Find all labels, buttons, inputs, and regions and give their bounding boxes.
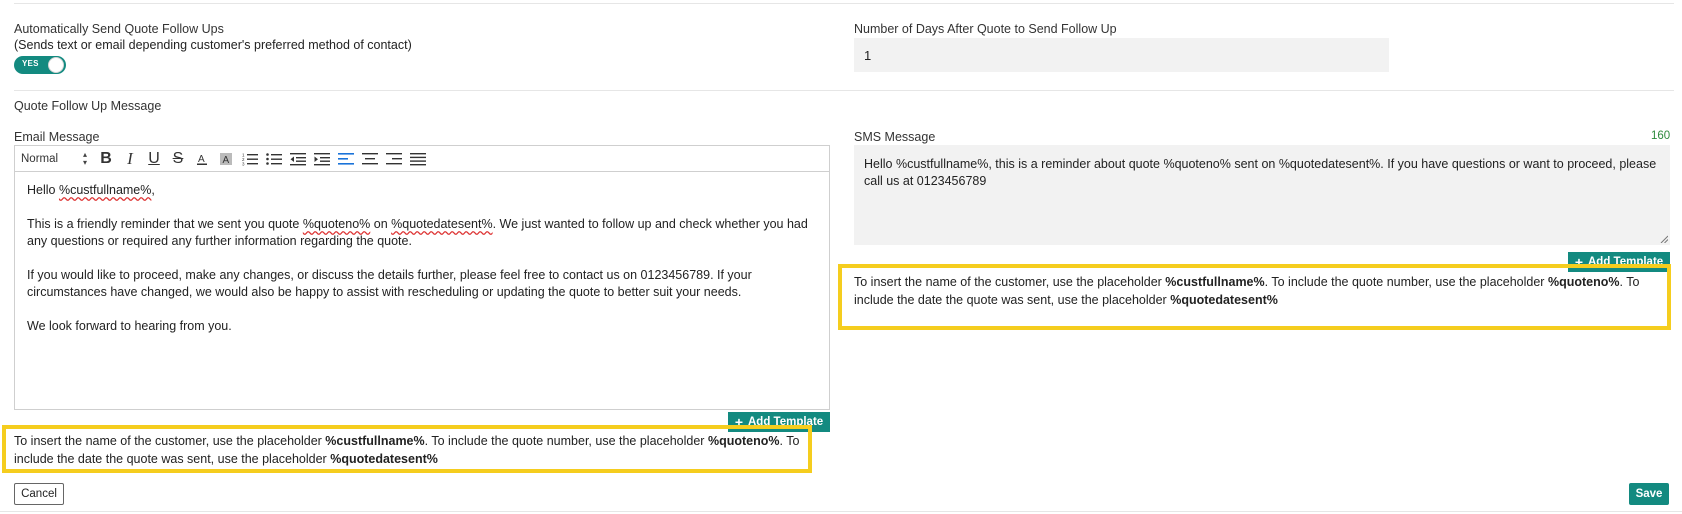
email-paragraph-3: We look forward to hearing from you.: [27, 319, 232, 333]
underline-icon[interactable]: U: [143, 148, 165, 170]
sms-hint-highlight: [838, 264, 1671, 330]
indent-icon[interactable]: [311, 148, 333, 170]
email-body[interactable]: Hello %custfullname%, This is a friendly…: [27, 182, 815, 352]
p1-text-b: on: [370, 217, 392, 231]
greeting-token: %custfullname%: [58, 183, 152, 197]
align-left-icon[interactable]: [335, 148, 357, 170]
toggle-state-text: YES: [22, 59, 39, 68]
greeting-suffix: ,: [151, 183, 155, 197]
auto-follow-up-toggle[interactable]: YES: [14, 56, 66, 74]
bullet-list-icon[interactable]: [263, 148, 285, 170]
font-color-icon[interactable]: A: [191, 148, 213, 170]
bottom-divider: [0, 511, 1682, 512]
email-greeting: Hello %custfullname%,: [27, 182, 815, 199]
p1-token-quoteno: %quoteno%: [302, 217, 371, 231]
greeting-prefix: Hello: [27, 183, 59, 197]
outdent-icon[interactable]: [287, 148, 309, 170]
align-center-icon[interactable]: [359, 148, 381, 170]
email-paragraph-1: This is a friendly reminder that we sent…: [27, 216, 815, 250]
align-right-icon[interactable]: [383, 148, 405, 170]
cancel-button[interactable]: Cancel: [14, 483, 64, 505]
save-button[interactable]: Save: [1629, 483, 1669, 505]
section-divider: [14, 90, 1674, 91]
bold-icon[interactable]: B: [95, 148, 117, 170]
auto-follow-up-sublabel: (Sends text or email depending customer'…: [14, 38, 412, 52]
editor-toolbar: Normal ▴ ▾ B I U S A A 123: [15, 146, 829, 172]
p1-token-quotedatesent: %quotedatesent%: [391, 217, 493, 231]
days-after-label: Number of Days After Quote to Send Follo…: [854, 22, 1117, 36]
ordered-list-icon[interactable]: 123: [239, 148, 261, 170]
auto-follow-up-label: Automatically Send Quote Follow Ups: [14, 22, 224, 36]
svg-text:A: A: [198, 154, 205, 165]
sms-message-label: SMS Message: [854, 130, 936, 144]
resize-grip-icon[interactable]: [1660, 235, 1668, 243]
svg-text:A: A: [223, 155, 230, 166]
email-hint-highlight: [2, 425, 812, 473]
sms-character-counter: 160: [1651, 130, 1671, 142]
background-color-icon[interactable]: A: [215, 148, 237, 170]
email-message-label: Email Message: [14, 130, 100, 144]
strikethrough-icon[interactable]: S: [167, 148, 189, 170]
italic-icon[interactable]: I: [119, 148, 141, 170]
p1-text-a: This is a friendly reminder that we sent…: [27, 217, 303, 231]
select-arrows-icon: ▴ ▾: [82, 149, 87, 167]
days-after-input[interactable]: [854, 38, 1389, 72]
email-paragraph-2: If you would like to proceed, make any c…: [27, 268, 752, 299]
align-justify-icon[interactable]: [407, 148, 429, 170]
format-select[interactable]: Normal ▴ ▾: [21, 149, 95, 167]
sms-textarea[interactable]: Hello %custfullname%, this is a reminder…: [854, 145, 1670, 245]
toggle-knob: [48, 57, 64, 73]
top-divider: [14, 3, 1674, 4]
svg-text:3: 3: [242, 161, 245, 166]
format-select-value: Normal: [21, 152, 59, 165]
email-editor[interactable]: Normal ▴ ▾ B I U S A A 123 Hello %custfu…: [14, 145, 830, 410]
section-title: Quote Follow Up Message: [14, 99, 162, 113]
sms-text: Hello %custfullname%, this is a reminder…: [864, 157, 1657, 188]
